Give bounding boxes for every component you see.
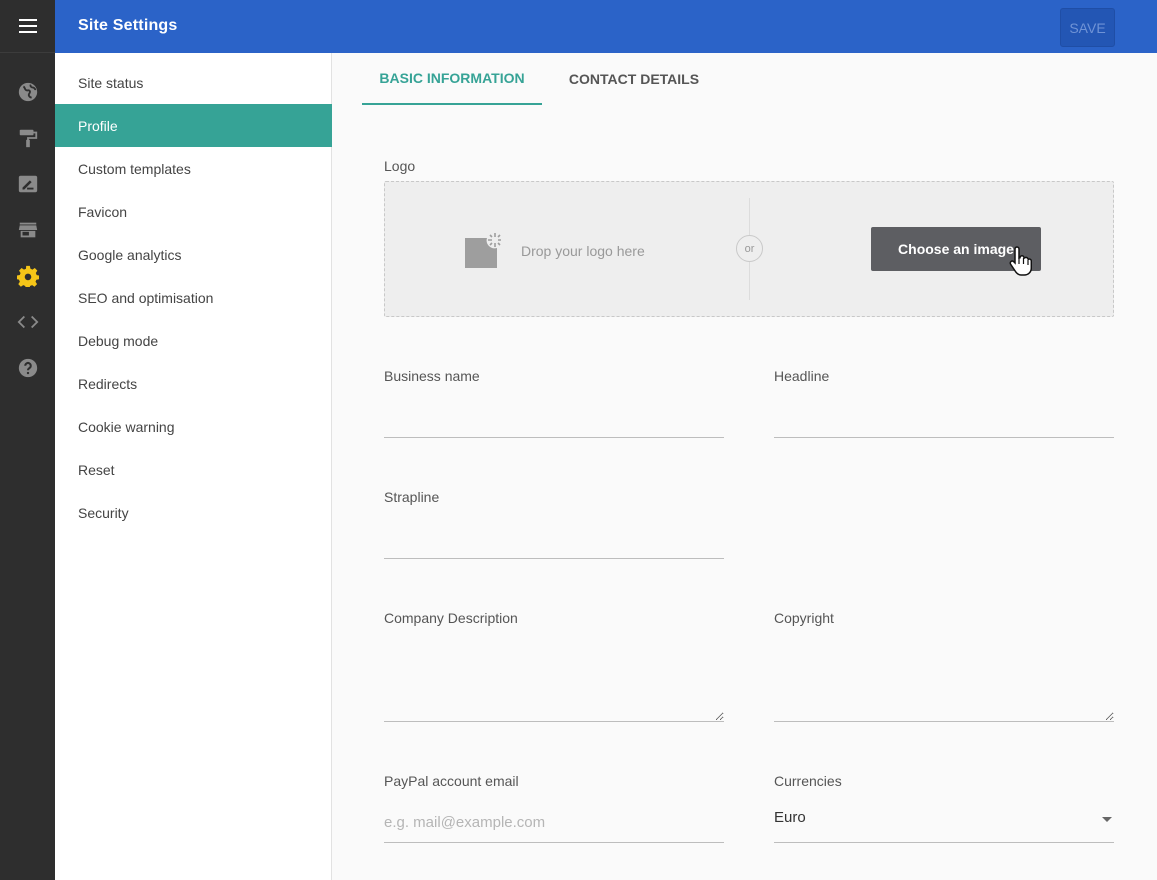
paypal-email-label: PayPal account email: [384, 773, 519, 789]
nav-item-site-status[interactable]: Site status: [55, 61, 332, 104]
copyright-textarea[interactable]: [774, 640, 1114, 722]
icon-rail: [0, 0, 55, 880]
or-badge: or: [736, 235, 763, 262]
company-description-textarea[interactable]: [384, 640, 724, 722]
page-title: Site Settings: [78, 17, 178, 34]
gear-icon[interactable]: [17, 265, 39, 287]
nav-item-profile[interactable]: Profile: [55, 104, 332, 147]
headline-input[interactable]: [774, 398, 1114, 438]
tab-basic-information[interactable]: BASIC INFORMATION: [362, 53, 542, 105]
currencies-label: Currencies: [774, 773, 842, 789]
strapline-input[interactable]: [384, 519, 724, 559]
hand-cursor-icon: [1009, 246, 1032, 276]
hamburger-menu-icon[interactable]: [0, 0, 55, 53]
headline-label: Headline: [774, 368, 830, 384]
nav-item-custom-templates[interactable]: Custom templates: [55, 147, 332, 190]
globe-icon[interactable]: [17, 81, 39, 103]
currencies-selected-value: Euro: [774, 809, 806, 826]
image-upload-icon: [465, 233, 501, 268]
save-button[interactable]: SAVE: [1060, 8, 1115, 47]
business-name-label: Business name: [384, 368, 480, 384]
nav-item-security[interactable]: Security: [55, 491, 332, 534]
paint-roller-icon[interactable]: [17, 127, 39, 149]
header-bar: Site Settings SAVE: [55, 0, 1157, 53]
code-icon[interactable]: [17, 311, 39, 333]
nav-item-debug-mode[interactable]: Debug mode: [55, 319, 332, 362]
nav-item-favicon[interactable]: Favicon: [55, 190, 332, 233]
help-icon[interactable]: [17, 357, 39, 379]
tab-contact-details[interactable]: CONTACT DETAILS: [554, 53, 714, 105]
logo-label: Logo: [384, 158, 416, 174]
dropdown-caret-icon: [1102, 817, 1112, 822]
company-description-label: Company Description: [384, 610, 518, 626]
drop-logo-text: Drop your logo here: [521, 243, 645, 259]
logo-dropzone[interactable]: Drop your logo here or Choose an image: [384, 181, 1114, 317]
store-icon[interactable]: [17, 219, 39, 241]
nav-item-reset[interactable]: Reset: [55, 448, 332, 491]
business-name-input[interactable]: [384, 398, 724, 438]
copyright-label: Copyright: [774, 610, 834, 626]
main-content: BASIC INFORMATION CONTACT DETAILS Logo D…: [332, 53, 1157, 880]
edit-icon[interactable]: [17, 173, 39, 195]
settings-nav: Site status Profile Custom templates Fav…: [55, 53, 332, 880]
nav-item-redirects[interactable]: Redirects: [55, 362, 332, 405]
currencies-select[interactable]: Euro: [774, 803, 1114, 843]
nav-item-cookie-warning[interactable]: Cookie warning: [55, 405, 332, 448]
paypal-email-input[interactable]: [384, 803, 724, 843]
strapline-label: Strapline: [384, 489, 440, 505]
nav-item-seo[interactable]: SEO and optimisation: [55, 276, 332, 319]
nav-item-google-analytics[interactable]: Google analytics: [55, 233, 332, 276]
